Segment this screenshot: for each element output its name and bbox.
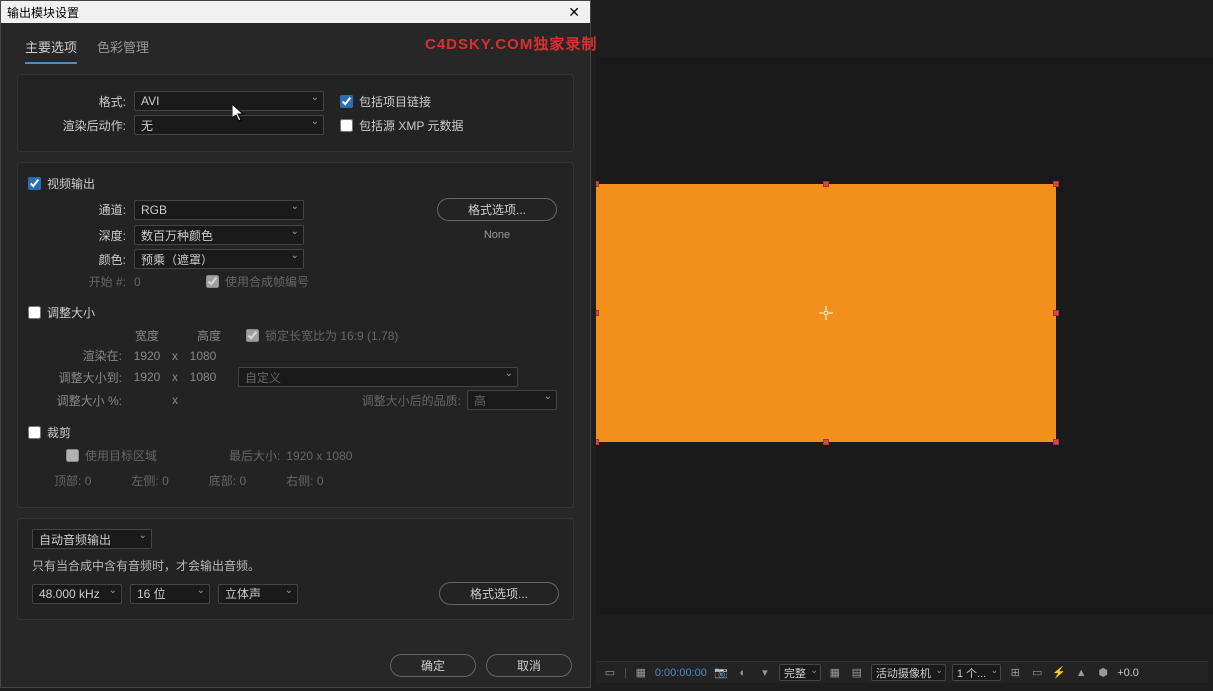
snapshot-icon[interactable]: 📷 (713, 665, 729, 681)
render-height: 1080 (184, 349, 222, 363)
resize-label: 调整大小 (47, 304, 95, 321)
channel-label: 通道: (34, 201, 126, 218)
channel-icon[interactable]: ◐ (735, 665, 751, 681)
close-icon[interactable]: ✕ (564, 4, 584, 21)
watermark-text: C4DSKY.COM独家录制 (425, 33, 597, 54)
mask-icon[interactable]: ▾ (757, 665, 773, 681)
crop-label: 裁剪 (47, 424, 71, 441)
color-dropdown[interactable]: 预乘（遮罩） (134, 249, 304, 269)
use-target-checkbox (66, 449, 79, 462)
video-output-panel: 视频输出 通道: RGB 格式选项... 深度: 数百万种颜色 None 颜色:… (17, 162, 574, 508)
audio-panel: 自动音频输出 只有当合成中含有音频时，才会输出音频。 48.000 kHz 16… (17, 518, 574, 620)
handle-bot-right[interactable] (1053, 439, 1059, 445)
resize-checkbox[interactable] (28, 306, 41, 319)
include-link-label: 包括项目链接 (359, 93, 431, 110)
sample-rate-dropdown[interactable]: 48.000 kHz (32, 584, 122, 604)
resize-quality-label: 调整大小后的品质: (362, 392, 461, 409)
tab-main-options[interactable]: 主要选项 (25, 37, 77, 64)
width-header: 宽度 (128, 327, 166, 344)
postrender-label: 渲染后动作: (34, 117, 126, 134)
audio-output-dropdown[interactable]: 自动音频输出 (32, 529, 152, 549)
codec-none: None (437, 229, 557, 241)
render-at-label: 渲染在: (34, 347, 122, 364)
timecode[interactable]: 0:00:00:00 (655, 667, 707, 679)
guides-icon[interactable]: ▤ (849, 665, 865, 681)
dialog-buttons: 确定 取消 (390, 654, 572, 677)
depth-dropdown[interactable]: 数百万种颜色 (134, 225, 304, 245)
camera-dropdown[interactable]: 活动摄像机 (871, 664, 946, 681)
include-link-checkbox[interactable] (340, 95, 353, 108)
final-size-value: 1920 x 1080 (286, 449, 352, 463)
render-icon[interactable]: ⬢ (1095, 665, 1111, 681)
handle-top-right[interactable] (1053, 181, 1059, 187)
resize-quality-dropdown: 高 (467, 390, 557, 410)
viewer-status-bar: ▭ | ▦ 0:00:00:00 📷 ◐ ▾ 完整 ▦ ▤ 活动摄像机 1 个.… (596, 661, 1208, 683)
handle-bot-left[interactable] (596, 439, 599, 445)
pixel-aspect-icon[interactable]: ▭ (1029, 665, 1045, 681)
cancel-button[interactable]: 取消 (486, 654, 572, 677)
format-label: 格式: (34, 93, 126, 110)
start-num-value: 0 (134, 275, 158, 289)
handle-top-mid[interactable] (823, 181, 829, 187)
include-xmp-label: 包括源 XMP 元数据 (359, 117, 463, 134)
dialog-title: 输出模块设置 (7, 4, 79, 21)
height-header: 高度 (190, 327, 228, 344)
view-layout-icon[interactable]: ⊞ (1007, 665, 1023, 681)
format-panel: 格式: AVI 包括项目链接 渲染后动作: 无 包括源 XMP 元数据 (17, 74, 574, 152)
audio-channels-dropdown[interactable]: 立体声 (218, 584, 298, 604)
exposure-value[interactable]: +0.0 (1117, 667, 1139, 679)
include-xmp-checkbox[interactable] (340, 119, 353, 132)
resolution-dropdown[interactable]: 完整 (779, 664, 821, 681)
video-output-label: 视频输出 (47, 175, 95, 192)
resize-width: 1920 (128, 370, 166, 384)
use-target-label: 使用目标区域 (85, 447, 157, 464)
handle-bot-mid[interactable] (823, 439, 829, 445)
audio-format-options-button[interactable]: 格式选项... (439, 582, 559, 605)
postrender-dropdown[interactable]: 无 (134, 115, 324, 135)
audio-help-text: 只有当合成中含有音频时，才会输出音频。 (32, 557, 559, 574)
handle-mid-left[interactable] (596, 310, 599, 316)
use-comp-num-label: 使用合成帧编号 (225, 273, 309, 290)
use-comp-num-checkbox (206, 275, 219, 288)
lock-aspect-checkbox (246, 329, 259, 342)
resize-to-label: 调整大小到: (34, 369, 122, 386)
render-width: 1920 (128, 349, 166, 363)
magnify-icon[interactable]: ▭ (602, 665, 618, 681)
format-options-button[interactable]: 格式选项... (437, 198, 557, 221)
fast-preview-icon[interactable]: ⚡ (1051, 665, 1067, 681)
resize-pct-label: 调整大小 %: (34, 392, 122, 409)
depth-label: 深度: (34, 227, 126, 244)
format-dropdown[interactable]: AVI (134, 91, 324, 111)
toggle-alpha-icon[interactable]: ▦ (633, 665, 649, 681)
timeline-icon[interactable]: ▲ (1073, 665, 1089, 681)
tab-color-management[interactable]: 色彩管理 (97, 37, 149, 64)
color-label: 颜色: (34, 251, 126, 268)
video-output-checkbox[interactable] (28, 177, 41, 190)
handle-top-left[interactable] (596, 181, 599, 187)
handle-mid-right[interactable] (1053, 310, 1059, 316)
views-dropdown[interactable]: 1 个... (952, 664, 1001, 681)
composition-viewer[interactable] (596, 57, 1213, 615)
bit-depth-dropdown[interactable]: 16 位 (130, 584, 210, 604)
start-num-label: 开始 #: (34, 273, 126, 290)
ok-button[interactable]: 确定 (390, 654, 476, 677)
resize-height: 1080 (184, 370, 222, 384)
title-bar[interactable]: 输出模块设置 ✕ (1, 1, 590, 23)
grid-icon[interactable]: ▦ (827, 665, 843, 681)
resize-preset-dropdown: 自定义 (238, 367, 518, 387)
anchor-point-icon[interactable] (819, 306, 833, 320)
crop-checkbox[interactable] (28, 426, 41, 439)
final-size-label: 最后大小: (229, 447, 280, 464)
lock-aspect-label: 锁定长宽比为 16:9 (1.78) (265, 327, 398, 344)
channel-dropdown[interactable]: RGB (134, 200, 304, 220)
output-module-settings-dialog: 输出模块设置 ✕ 主要选项 色彩管理 格式: AVI 包括项目链接 渲染后动作:… (0, 0, 591, 688)
solid-layer[interactable] (596, 184, 1056, 442)
